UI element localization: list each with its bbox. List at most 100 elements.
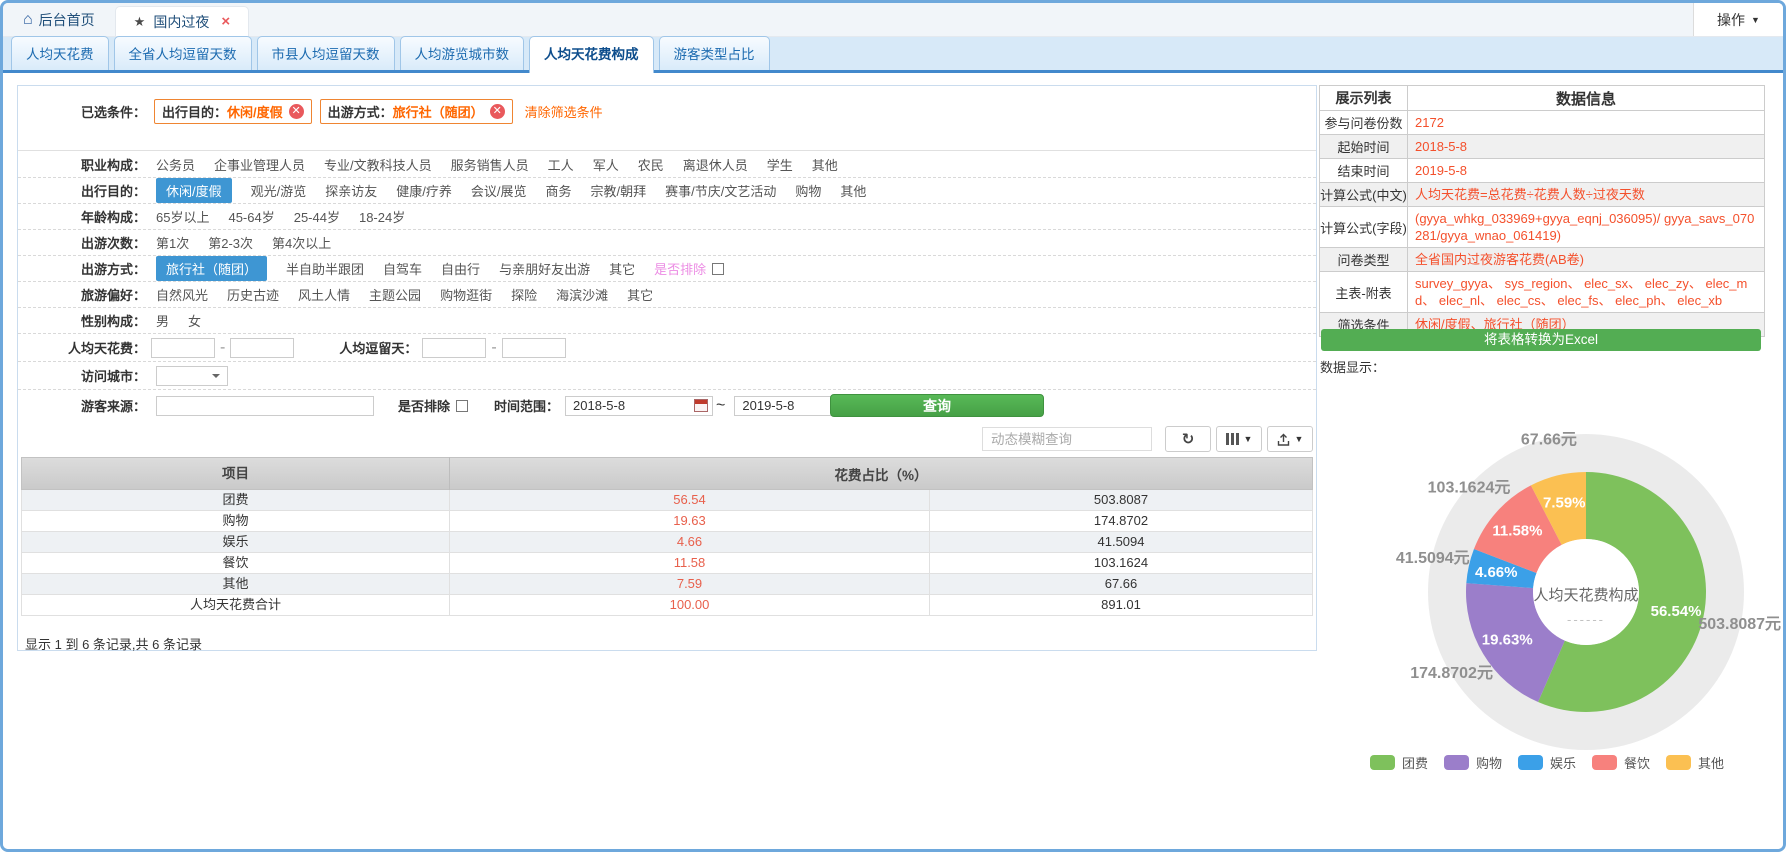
filter-option[interactable]: 主题公园 xyxy=(369,285,421,304)
filter-option[interactable]: 其他 xyxy=(812,155,838,174)
filter-option[interactable]: 企事业管理人员 xyxy=(214,155,305,174)
query-button[interactable]: 查询 xyxy=(830,394,1044,417)
table-row[interactable]: 其他 7.59 67.66 xyxy=(22,574,1312,595)
filter-option[interactable]: 观光/游览 xyxy=(251,181,307,200)
slice-amount-label: 41.5094元 xyxy=(1396,550,1470,567)
filter-option[interactable]: 工人 xyxy=(548,155,574,174)
source-exclude-checkbox[interactable] xyxy=(456,400,468,412)
table-row[interactable]: 购物 19.63 174.8702 xyxy=(22,511,1312,532)
filter-option[interactable]: 其他 xyxy=(840,181,866,200)
export-button[interactable]: ▼ xyxy=(1267,426,1313,452)
stay-min-input[interactable] xyxy=(422,338,486,358)
sub-tab[interactable]: 全省人均逗留天数 xyxy=(114,36,252,70)
table-row[interactable]: 餐饮 11.58 103.1624 xyxy=(22,553,1312,574)
filter-option[interactable]: 农民 xyxy=(638,155,664,174)
filter-option[interactable]: 其它 xyxy=(627,285,653,304)
filter-option[interactable]: 半自助半跟团 xyxy=(286,259,364,278)
doc-tab-active[interactable]: ★ 国内过夜 × xyxy=(115,6,249,36)
cell-item: 购物 xyxy=(22,511,450,531)
info-row: 计算公式(中文) 人均天花费=总花费÷花费人数÷过夜天数 xyxy=(1320,183,1764,207)
table-row[interactable]: 人均天花费合计 100.00 891.01 xyxy=(22,595,1312,616)
filter-option[interactable]: 学生 xyxy=(767,155,793,174)
date-from-field[interactable]: 2018-5-8 xyxy=(565,396,713,416)
filter-option[interactable]: 宗教/朝拜 xyxy=(591,181,647,200)
filter-option[interactable]: 男 xyxy=(156,311,169,330)
filter-option[interactable]: 离退休人员 xyxy=(683,155,748,174)
filter-option[interactable]: 与亲朋好友出游 xyxy=(499,259,590,278)
filter-option[interactable]: 购物 xyxy=(795,181,821,200)
cell-item: 人均天花费合计 xyxy=(22,595,450,615)
remove-condition-icon[interactable]: ✕ xyxy=(289,104,304,119)
legend-item[interactable]: 娱乐 xyxy=(1518,753,1576,772)
sub-tab[interactable]: 游客类型占比 xyxy=(659,36,770,70)
filter-option[interactable]: 公务员 xyxy=(156,155,195,174)
col-header-item[interactable]: 项目 xyxy=(22,457,450,490)
filter-option[interactable]: 风土人情 xyxy=(298,285,350,304)
filter-option[interactable]: 25-44岁 xyxy=(294,207,340,226)
filter-option[interactable]: 旅行社（随团） xyxy=(156,256,267,281)
filter-option[interactable]: 海滨沙滩 xyxy=(556,285,608,304)
filter-option[interactable]: 商务 xyxy=(546,181,572,200)
legend-item[interactable]: 餐饮 xyxy=(1592,753,1650,772)
selected-conditions-row: 已选条件： 出行目的： 休闲/度假 ✕ 出游方式： 旅行社（随团） ✕ 清除筛选… xyxy=(18,96,1316,126)
legend-item[interactable]: 团费 xyxy=(1370,753,1428,772)
filter-option[interactable]: 第4次以上 xyxy=(272,233,331,252)
filter-row-purpose: 出行目的： 休闲/度假观光/游览探亲访友健康/疗养会议/展览商务宗教/朝拜赛事/… xyxy=(18,177,1316,203)
sub-tab[interactable]: 人均天花费构成 xyxy=(529,36,654,73)
calendar-icon[interactable] xyxy=(694,399,708,412)
filter-option[interactable]: 65岁以上 xyxy=(156,207,209,226)
filter-row-mode: 出游方式： 旅行社（随团）半自助半跟团自驾车自由行与亲朋好友出游其它 是否排除 xyxy=(18,255,1316,281)
filter-option[interactable]: 会议/展览 xyxy=(471,181,527,200)
spend-min-input[interactable] xyxy=(151,338,215,358)
table-row[interactable]: 娱乐 4.66 41.5094 xyxy=(22,532,1312,553)
filter-option[interactable]: 赛事/节庆/文艺活动 xyxy=(665,181,776,200)
filter-option[interactable]: 18-24岁 xyxy=(359,207,405,226)
filter-option[interactable]: 第1次 xyxy=(156,233,189,252)
filter-option[interactable]: 历史古迹 xyxy=(227,285,279,304)
table-body: 团费 56.54 503.8087 购物 19.63 174.8702 娱乐 4… xyxy=(21,490,1313,616)
visit-city-select[interactable] xyxy=(156,366,228,386)
nav-home[interactable]: ⌂ 后台首页 xyxy=(3,3,115,36)
table-toolbar: ↻ ▼ ▼ xyxy=(18,421,1316,457)
chip-prefix: 出行目的： xyxy=(162,102,227,121)
info-label: 计算公式(中文) xyxy=(1320,183,1408,206)
col-header-cost-share[interactable]: 花费占比（%） xyxy=(450,464,1312,484)
filter-option[interactable]: 女 xyxy=(188,311,201,330)
chart-center-subtext: ------ xyxy=(1567,612,1605,627)
sub-tab[interactable]: 人均游览城市数 xyxy=(400,36,525,70)
data-info-table: 展示列表 数据信息 参与问卷份数 2172 起始时间 2018-5-8 结束时间… xyxy=(1319,85,1765,337)
operations-dropdown[interactable]: 操作 ▼ xyxy=(1693,3,1783,36)
search-input[interactable] xyxy=(982,427,1152,451)
filter-option[interactable]: 其它 xyxy=(609,259,635,278)
filter-section: 职业构成： 公务员企事业管理人员专业/文教科技人员服务销售人员工人军人农民离退休… xyxy=(18,150,1316,421)
filter-option[interactable]: 45-64岁 xyxy=(228,207,274,226)
filter-option[interactable]: 专业/文教科技人员 xyxy=(324,155,432,174)
filter-option[interactable]: 自由行 xyxy=(441,259,480,278)
legend-item[interactable]: 其他 xyxy=(1666,753,1724,772)
filter-option[interactable]: 服务销售人员 xyxy=(451,155,529,174)
sub-tab[interactable]: 市县人均逗留天数 xyxy=(257,36,395,70)
filter-option[interactable]: 自然风光 xyxy=(156,285,208,304)
spend-max-input[interactable] xyxy=(230,338,294,358)
columns-button[interactable]: ▼ xyxy=(1216,426,1262,452)
remove-condition-icon[interactable]: ✕ xyxy=(490,104,505,119)
filter-option[interactable]: 自驾车 xyxy=(383,259,422,278)
exclude-checkbox[interactable] xyxy=(712,263,724,275)
table-row[interactable]: 团费 56.54 503.8087 xyxy=(22,490,1312,511)
sub-tab[interactable]: 人均天花费 xyxy=(11,36,109,70)
clear-filters-link[interactable]: 清除筛选条件 xyxy=(525,102,603,121)
filter-option[interactable]: 探亲访友 xyxy=(325,181,377,200)
refresh-button[interactable]: ↻ xyxy=(1165,426,1211,452)
stay-max-input[interactable] xyxy=(502,338,566,358)
export-excel-button[interactable]: 将表格转换为Excel xyxy=(1321,329,1761,351)
range-dash: - xyxy=(491,339,496,357)
tourist-source-input[interactable] xyxy=(156,396,374,416)
close-tab-icon[interactable]: × xyxy=(221,13,230,30)
filter-option[interactable]: 购物逛街 xyxy=(440,285,492,304)
filter-option[interactable]: 第2-3次 xyxy=(208,233,253,252)
filter-option[interactable]: 军人 xyxy=(593,155,619,174)
legend-item[interactable]: 购物 xyxy=(1444,753,1502,772)
filter-option[interactable]: 探险 xyxy=(511,285,537,304)
filter-option[interactable]: 休闲/度假 xyxy=(156,178,232,203)
filter-option[interactable]: 健康/疗养 xyxy=(396,181,452,200)
